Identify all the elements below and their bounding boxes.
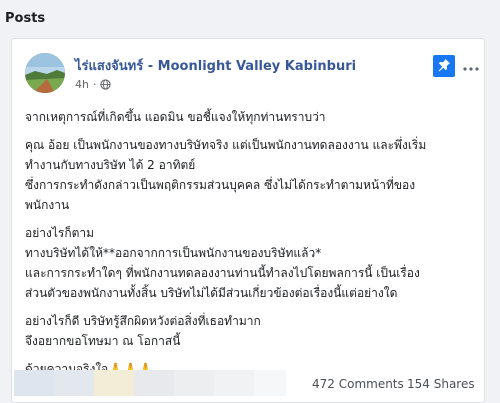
post-paragraph: คุณ อ้อย เป็นพนักงานของทางบริษัทจริง แต่… [25, 135, 477, 215]
meta-separator: · [92, 78, 97, 91]
reactions-summary[interactable] [14, 370, 286, 396]
pin-icon [437, 57, 451, 76]
pin-button[interactable] [433, 55, 455, 77]
post-line: อย่างไรก็ดี บริษัทรู้สึกผิดหวังต่อสิ่งที… [25, 314, 261, 328]
post-line: ส่วนตัวของพนักงานทั้งสิ้น บริษัทไม่ได้มี… [25, 286, 398, 300]
post-meta: 4h · [75, 78, 112, 91]
post-body: จากเหตุการณ์ที่เกิดขึ้น แอดมิน ขอชี้แจงใ… [25, 107, 477, 387]
more-options-button[interactable] [461, 57, 481, 75]
post-card: ไร่แสงจันทร์ - Moonlight Valley Kabinbur… [11, 38, 485, 403]
more-options-icon [463, 61, 479, 71]
page-name-link[interactable]: ไร่แสงจันทร์ - Moonlight Valley Kabinbur… [75, 55, 356, 76]
globe-icon [100, 79, 112, 90]
post-line: อย่างไรก็ตาม [25, 226, 95, 240]
post-time[interactable]: 4h [75, 78, 89, 91]
post-line: จากเหตุการณ์ที่เกิดขึ้น แอดมิน ขอชี้แจงใ… [25, 110, 326, 124]
post-paragraph: จากเหตุการณ์ที่เกิดขึ้น แอดมิน ขอชี้แจงใ… [25, 107, 477, 127]
post-line: พนักงาน [25, 198, 70, 212]
shares-count-link[interactable]: 154 Shares [407, 377, 475, 391]
comments-count-link[interactable]: 472 Comments [312, 377, 404, 391]
post-line: และการกระทำใดๆ ที่พนักงานทดลองงานท่านนี้… [25, 266, 420, 280]
post-line: คุณ อ้อย เป็นพนักงานของทางบริษัทจริง แต่… [25, 138, 427, 152]
post-footer: 472 Comments 154 Shares [12, 368, 484, 400]
section-header: Posts [0, 0, 500, 40]
post-line: ทางบริษัทได้ให้**ออกจากการเป็นพนักงานของ… [25, 246, 322, 260]
post-line: ซึ่งการกระทำดังกล่าวเป็นพฤติกรรมส่วนบุคค… [25, 178, 416, 192]
page-avatar[interactable] [25, 53, 65, 93]
post-paragraph: อย่างไรก็ดี บริษัทรู้สึกผิดหวังต่อสิ่งที… [25, 311, 477, 351]
post-line: ทำงานกับทางบริษัท ได้ 2 อาทิตย์ [25, 158, 196, 172]
section-title: Posts [5, 11, 46, 26]
post-paragraph: อย่างไรก็ตาม ทางบริษัทได้ให้**ออกจากการเ… [25, 223, 477, 303]
post-line: จึงอยากขอโทษมา ณ โอกาสนี้ [25, 334, 181, 348]
